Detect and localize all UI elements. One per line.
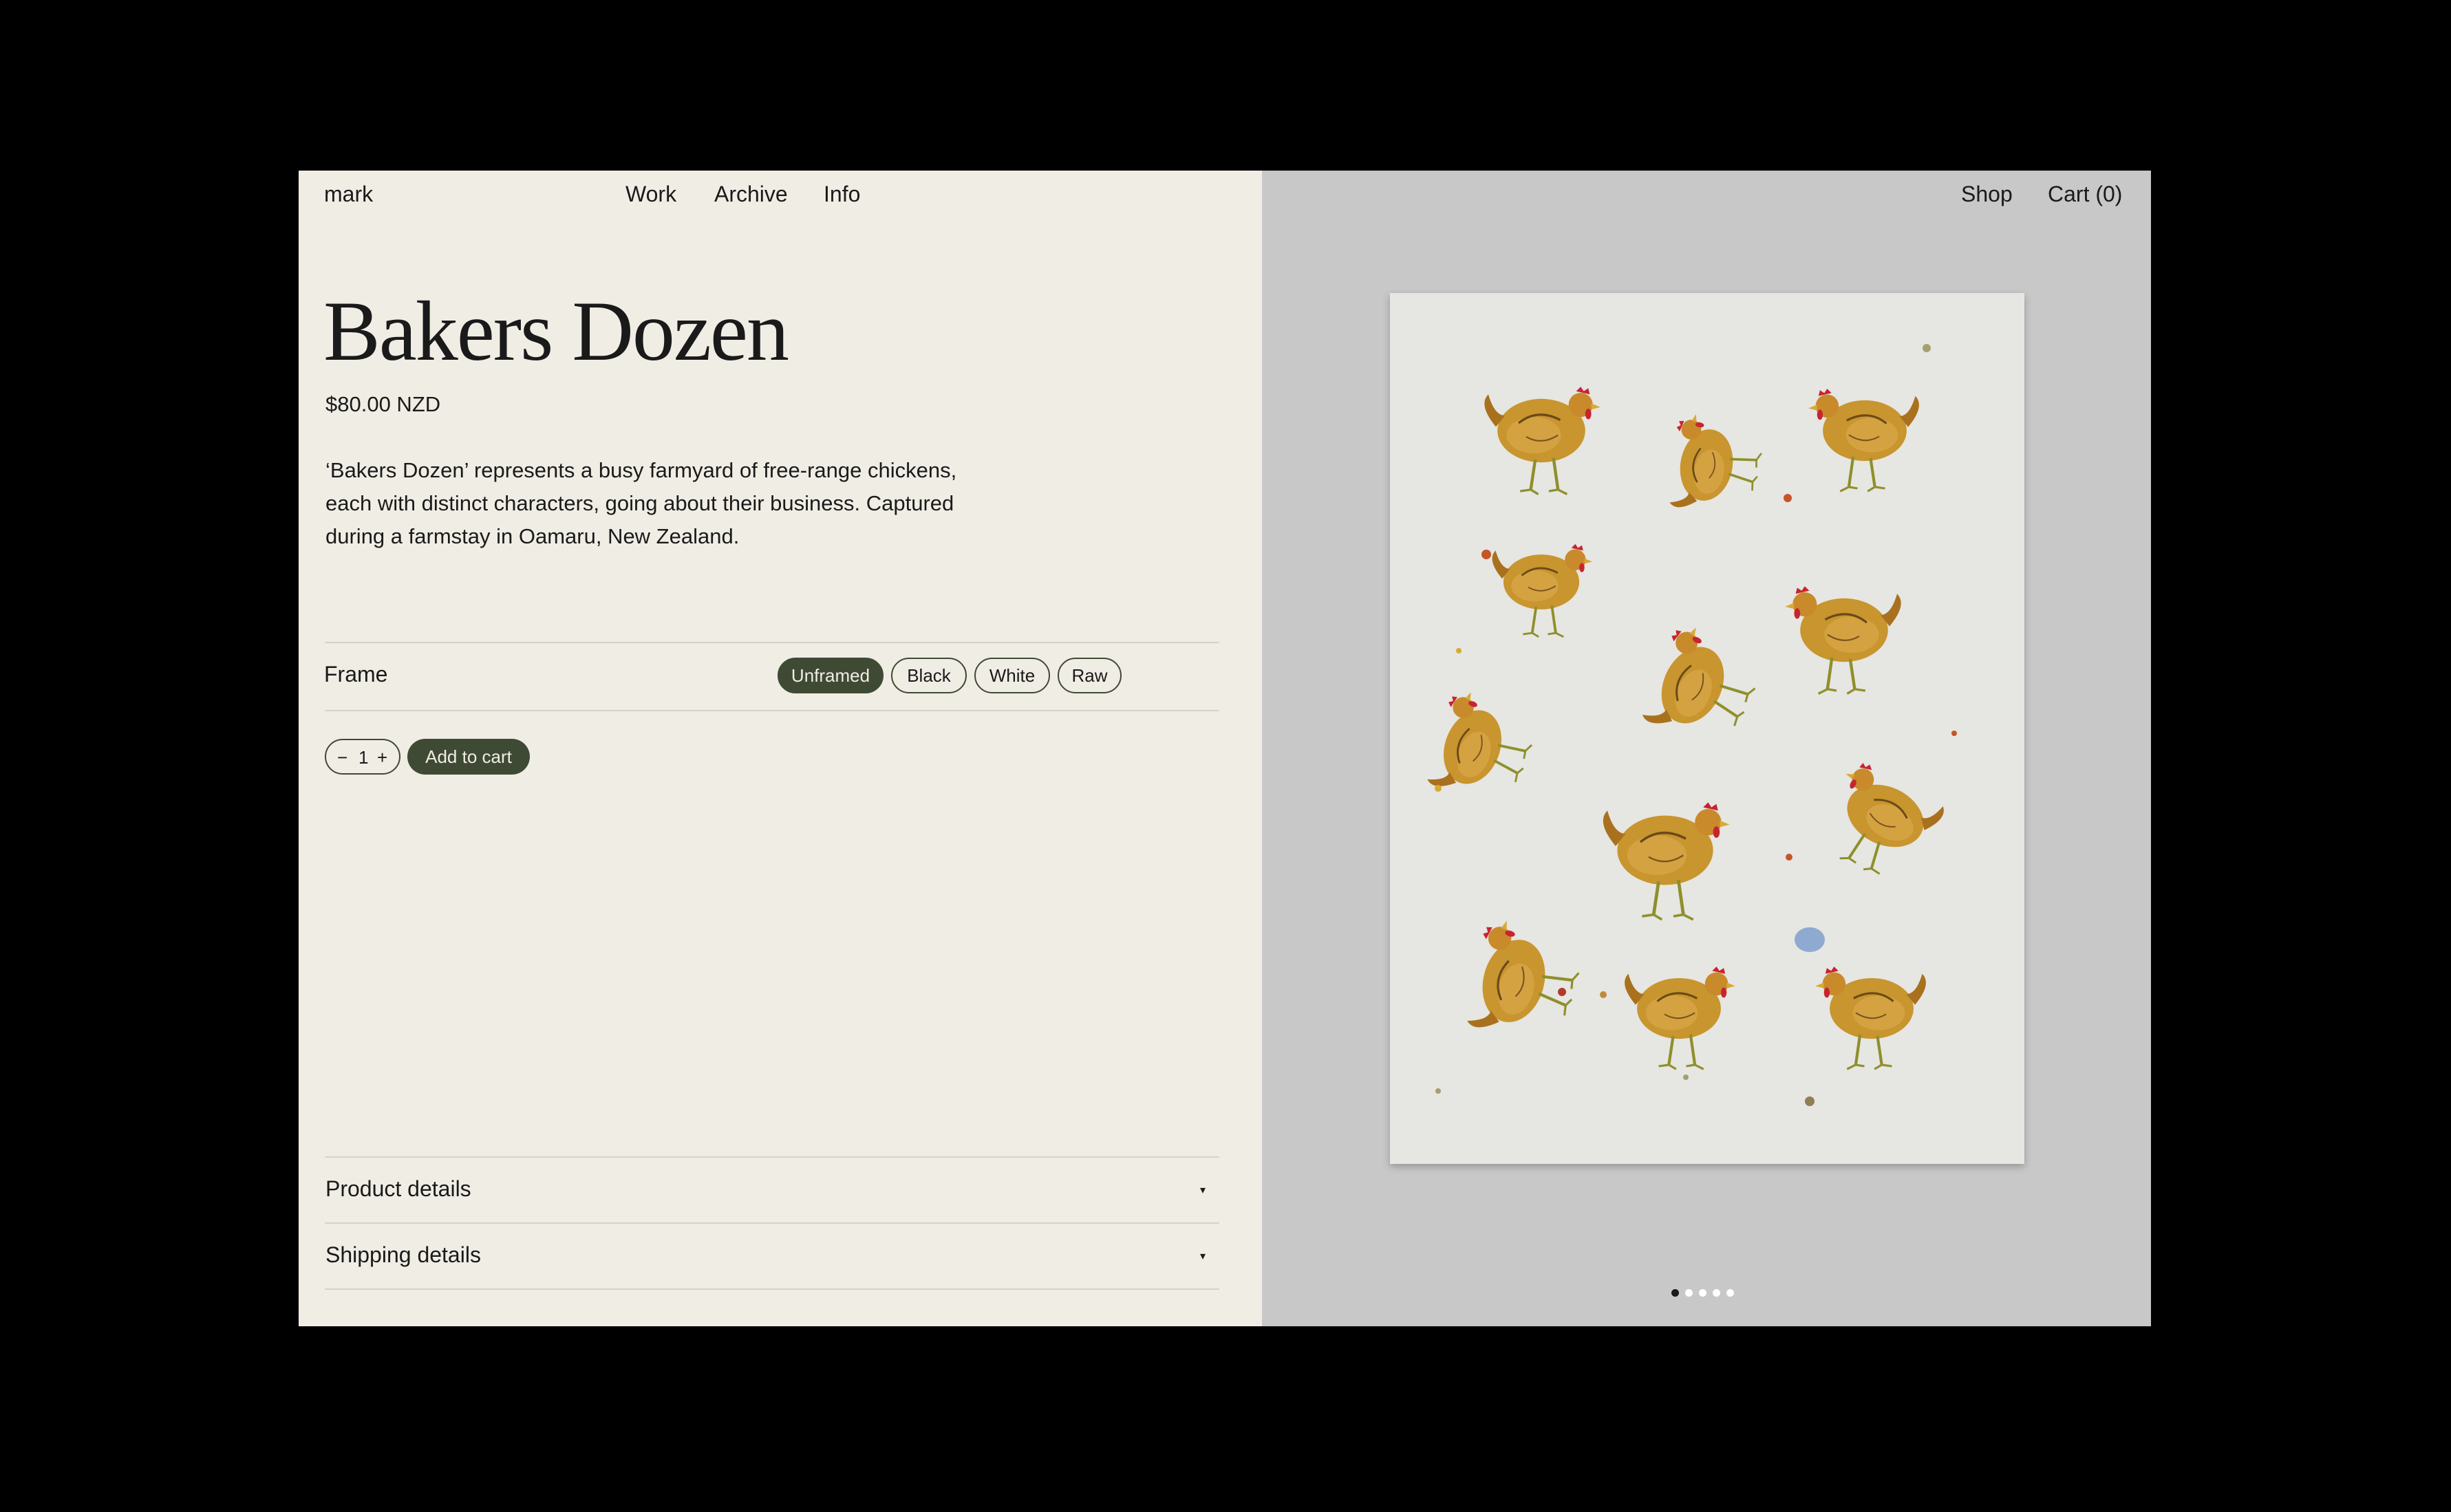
product-info-panel: mark Work Archive Info Bakers Dozen $80.…	[299, 171, 1262, 1326]
chevron-down-icon[interactable]: ▾	[1200, 1183, 1206, 1197]
carousel-dot[interactable]	[1726, 1289, 1734, 1297]
product-image	[1390, 293, 2024, 1164]
product-gallery-panel: Shop Cart (0)	[1262, 171, 2151, 1326]
accordion-product-details[interactable]: Product details	[325, 1176, 471, 1202]
decrement-button[interactable]: −	[337, 747, 347, 768]
frame-label: Frame	[324, 662, 388, 687]
nav-work[interactable]: Work	[625, 182, 676, 207]
nav-cart[interactable]: Cart (0)	[2048, 182, 2122, 207]
carousel-dot[interactable]	[1685, 1289, 1693, 1297]
chicken-illustration	[1418, 344, 1957, 1106]
product-price: $80.00 NZD	[325, 392, 441, 416]
quantity-stepper: − 1 +	[325, 739, 400, 775]
frame-option-white[interactable]: White	[974, 658, 1050, 693]
nav-info[interactable]: Info	[824, 182, 860, 207]
frame-option-unframed[interactable]: Unframed	[778, 658, 884, 693]
nav-shop[interactable]: Shop	[1961, 182, 2013, 207]
carousel-dot[interactable]	[1671, 1289, 1679, 1297]
product-title: Bakers Dozen	[323, 284, 789, 378]
divider	[325, 1156, 1219, 1158]
increment-button[interactable]: +	[377, 747, 387, 768]
product-page: mark Work Archive Info Bakers Dozen $80.…	[299, 171, 2151, 1326]
divider	[325, 642, 1219, 643]
site-logo[interactable]: mark	[324, 182, 373, 207]
divider	[325, 1222, 1219, 1224]
carousel-dot[interactable]	[1699, 1289, 1706, 1297]
frame-option-black[interactable]: Black	[891, 658, 967, 693]
chevron-down-icon[interactable]: ▾	[1200, 1249, 1206, 1263]
carousel-dot[interactable]	[1713, 1289, 1720, 1297]
quantity-value[interactable]: 1	[358, 747, 368, 768]
frame-option-raw[interactable]: Raw	[1058, 658, 1122, 693]
accordion-shipping-details[interactable]: Shipping details	[325, 1242, 481, 1268]
product-description: ‘Bakers Dozen’ represents a busy farmyar…	[325, 458, 957, 548]
add-to-cart-button[interactable]: Add to cart	[407, 739, 530, 775]
divider	[325, 1288, 1219, 1290]
divider	[325, 710, 1219, 711]
nav-archive[interactable]: Archive	[714, 182, 788, 207]
